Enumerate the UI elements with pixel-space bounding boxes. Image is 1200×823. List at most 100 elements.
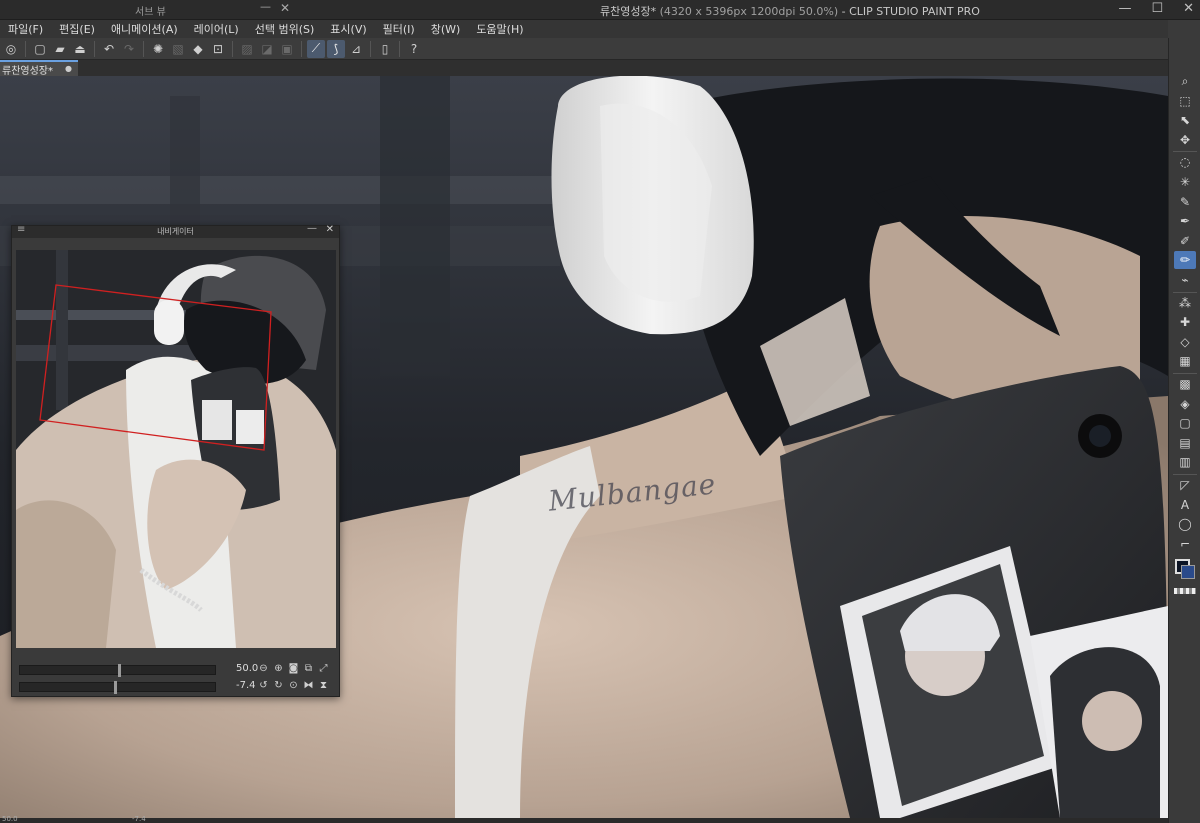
zoom-slider-knob[interactable] bbox=[117, 664, 121, 677]
transform-icon[interactable]: ⊡ bbox=[209, 40, 227, 58]
flip-horizontal-icon[interactable]: ⧓ bbox=[303, 680, 314, 691]
object-tool-icon[interactable]: ⬉ bbox=[1174, 111, 1196, 129]
menu-item-2[interactable]: 애니메이션(A) bbox=[111, 21, 178, 37]
toolbar-separator bbox=[232, 40, 233, 57]
title-bar: 서브 뷰 — ✕ 류찬영성장* (4320 x 5396px 1200dpi 5… bbox=[0, 0, 1200, 20]
airbrush-tool-icon[interactable]: ⌁ bbox=[1174, 271, 1196, 289]
menu-item-5[interactable]: 표시(V) bbox=[330, 21, 366, 37]
brush-tool-icon[interactable]: ✏ bbox=[1174, 251, 1196, 270]
invert-selection-icon[interactable]: ◪ bbox=[258, 40, 276, 58]
menu-item-6[interactable]: 필터(I) bbox=[383, 21, 415, 37]
new-file-icon[interactable]: ▢ bbox=[31, 40, 49, 58]
lasso-tool-icon[interactable]: ◌ bbox=[1174, 153, 1196, 171]
rotation-value: -7.4 bbox=[236, 680, 256, 691]
status-bar: 50.0 -7.4 bbox=[0, 815, 1168, 823]
operation-tool-icon[interactable]: ⬚ bbox=[1174, 92, 1196, 110]
blend-tool-icon[interactable]: ▦ bbox=[1174, 352, 1196, 370]
menu-item-8[interactable]: 도움말(H) bbox=[476, 21, 523, 37]
status-zoom: 50.0 bbox=[2, 815, 18, 823]
pen-tool-icon[interactable]: ✒ bbox=[1174, 212, 1196, 230]
save-icon[interactable]: ⏏ bbox=[71, 40, 89, 58]
loading-icon[interactable]: ✺ bbox=[149, 40, 167, 58]
unsaved-dot-icon: ● bbox=[65, 64, 72, 73]
menu-item-3[interactable]: 레이어(L) bbox=[194, 21, 239, 37]
move-tool-icon[interactable]: ✥ bbox=[1174, 131, 1196, 149]
sub-color-swatch[interactable] bbox=[1181, 565, 1195, 579]
eyedropper-tool-icon[interactable]: ✎ bbox=[1174, 193, 1196, 211]
transparent-color-swatch[interactable] bbox=[1174, 588, 1196, 594]
doc-info: (4320 x 5396px 1200dpi 50.0%) bbox=[656, 5, 839, 18]
navigator-header[interactable]: ≡ 내비게이터 — ✕ bbox=[12, 223, 339, 238]
zoom-slider[interactable] bbox=[19, 664, 216, 677]
tool-separator bbox=[1173, 373, 1197, 374]
menu-item-0[interactable]: 파일(F) bbox=[8, 21, 43, 37]
pencil-tool-icon[interactable]: ✐ bbox=[1174, 232, 1196, 250]
auto-select-tool-icon[interactable]: ✳ bbox=[1174, 173, 1196, 191]
subview-close-button[interactable]: ✕ bbox=[280, 1, 290, 15]
minimize-button[interactable]: — bbox=[1118, 1, 1131, 16]
document-tab[interactable]: 류찬영성장* ● bbox=[0, 60, 78, 77]
snap-curve-icon[interactable]: ⟆ bbox=[327, 39, 345, 58]
redo-icon[interactable]: ↷ bbox=[120, 40, 138, 58]
subview-minimize-button[interactable]: — bbox=[260, 0, 274, 18]
rotation-slider[interactable] bbox=[19, 681, 216, 694]
subview-title: 서브 뷰 bbox=[135, 7, 166, 18]
toolbar-separator bbox=[399, 40, 400, 57]
navigator-controls: 50.0 -7.4 ⊖ ⊕ ◙ ⧉ ⤢ ↺ ↻ ⊙ ⧓ ⧗ bbox=[12, 660, 339, 696]
tool-separator bbox=[1173, 151, 1197, 153]
clip-studio-icon[interactable]: ◎ bbox=[2, 40, 20, 58]
zoom-out-icon[interactable]: ⊖ bbox=[258, 663, 269, 674]
flip-vertical-icon[interactable]: ⧗ bbox=[318, 680, 329, 691]
frame-tool-icon[interactable]: ▤ bbox=[1174, 434, 1196, 452]
ruler-tool-icon[interactable]: ▥ bbox=[1174, 453, 1196, 471]
figure-tool-icon[interactable]: ▩ bbox=[1174, 375, 1196, 393]
help-icon[interactable]: ? bbox=[405, 40, 423, 58]
eraser-tool-icon[interactable]: ◇ bbox=[1174, 333, 1196, 351]
fill-tool-icon[interactable]: ◈ bbox=[1174, 395, 1196, 413]
status-rotation: -7.4 bbox=[132, 815, 146, 823]
navigator-minimize-button[interactable]: — bbox=[307, 223, 317, 234]
rotate-left-icon[interactable]: ↺ bbox=[258, 680, 269, 691]
close-button[interactable]: ✕ bbox=[1183, 1, 1194, 16]
snap-special-icon[interactable]: ⊿ bbox=[347, 40, 365, 58]
rotate-right-icon[interactable]: ↻ bbox=[273, 680, 284, 691]
actual-size-icon[interactable]: ◙ bbox=[288, 663, 299, 674]
figure-ruler-tool-icon[interactable]: ◸ bbox=[1174, 476, 1196, 494]
zoom-value: 50.0 bbox=[236, 663, 259, 674]
clear-icon[interactable]: ▧ bbox=[169, 40, 187, 58]
gradient-tool-icon[interactable]: ▢ bbox=[1174, 414, 1196, 432]
document-tab-label: 류찬영성장* bbox=[2, 65, 53, 77]
command-bar: ◎ ▢ ▰ ⏏ ↶ ↷ ✺ ▧ ◆ ⊡ ▨ ◪ ▣ ⟋ ⟆ ⊿ ▯? bbox=[0, 38, 1168, 60]
navigator-thumbnail bbox=[16, 250, 336, 648]
reset-rotation-icon[interactable]: ⊙ bbox=[288, 680, 299, 691]
deselect-icon[interactable]: ▨ bbox=[238, 40, 256, 58]
menu-item-4[interactable]: 선택 범위(S) bbox=[255, 21, 315, 37]
fit-window-icon[interactable]: ⤢ bbox=[318, 663, 329, 674]
correct-line-tool-icon[interactable]: ⌐ bbox=[1174, 535, 1196, 553]
snap-ruler-icon[interactable]: ⟋ bbox=[307, 39, 325, 58]
toolbar-separator bbox=[301, 40, 302, 57]
tool-separator bbox=[1173, 291, 1197, 293]
open-folder-icon[interactable]: ▰ bbox=[51, 40, 69, 58]
rotation-slider-knob[interactable] bbox=[113, 681, 117, 694]
doc-name: 류찬영성장* bbox=[600, 5, 657, 18]
maximize-button[interactable]: ☐ bbox=[1151, 1, 1163, 16]
navigator-close-button[interactable]: ✕ bbox=[326, 224, 334, 235]
tool-palette: ⌕ ⬚ ⬉ ✥ ◌ ✳ ✎ ✒ ✐ ✏ ⌁ ⁂ ✚ ◇ ▦ ▩ ◈ ▢ ▤ ▥ ◸ A ◯ ⌐ bbox=[1168, 38, 1200, 823]
undo-icon[interactable]: ↶ bbox=[100, 40, 118, 58]
text-tool-icon[interactable]: A bbox=[1174, 496, 1196, 514]
decoration-tool-icon[interactable]: ⁂ bbox=[1174, 294, 1196, 312]
menu-item-1[interactable]: 편집(E) bbox=[59, 21, 95, 37]
selection-fill-icon[interactable]: ▣ bbox=[278, 40, 296, 58]
balloon-tool-icon[interactable]: ◯ bbox=[1174, 515, 1196, 533]
device-icon[interactable]: ▯ bbox=[376, 40, 394, 58]
toolbar-separator bbox=[143, 40, 144, 57]
fit-navigator-icon[interactable]: ⧉ bbox=[303, 663, 314, 674]
menu-item-7[interactable]: 창(W) bbox=[431, 21, 461, 37]
zoom-tool-icon[interactable]: ⌕ bbox=[1174, 72, 1196, 90]
window-controls: — ☐ ✕ bbox=[1118, 1, 1194, 16]
navigator-preview[interactable] bbox=[16, 250, 336, 648]
zoom-in-icon[interactable]: ⊕ bbox=[273, 663, 284, 674]
sparkle-tool-icon[interactable]: ✚ bbox=[1174, 313, 1196, 331]
fill-icon[interactable]: ◆ bbox=[189, 40, 207, 58]
